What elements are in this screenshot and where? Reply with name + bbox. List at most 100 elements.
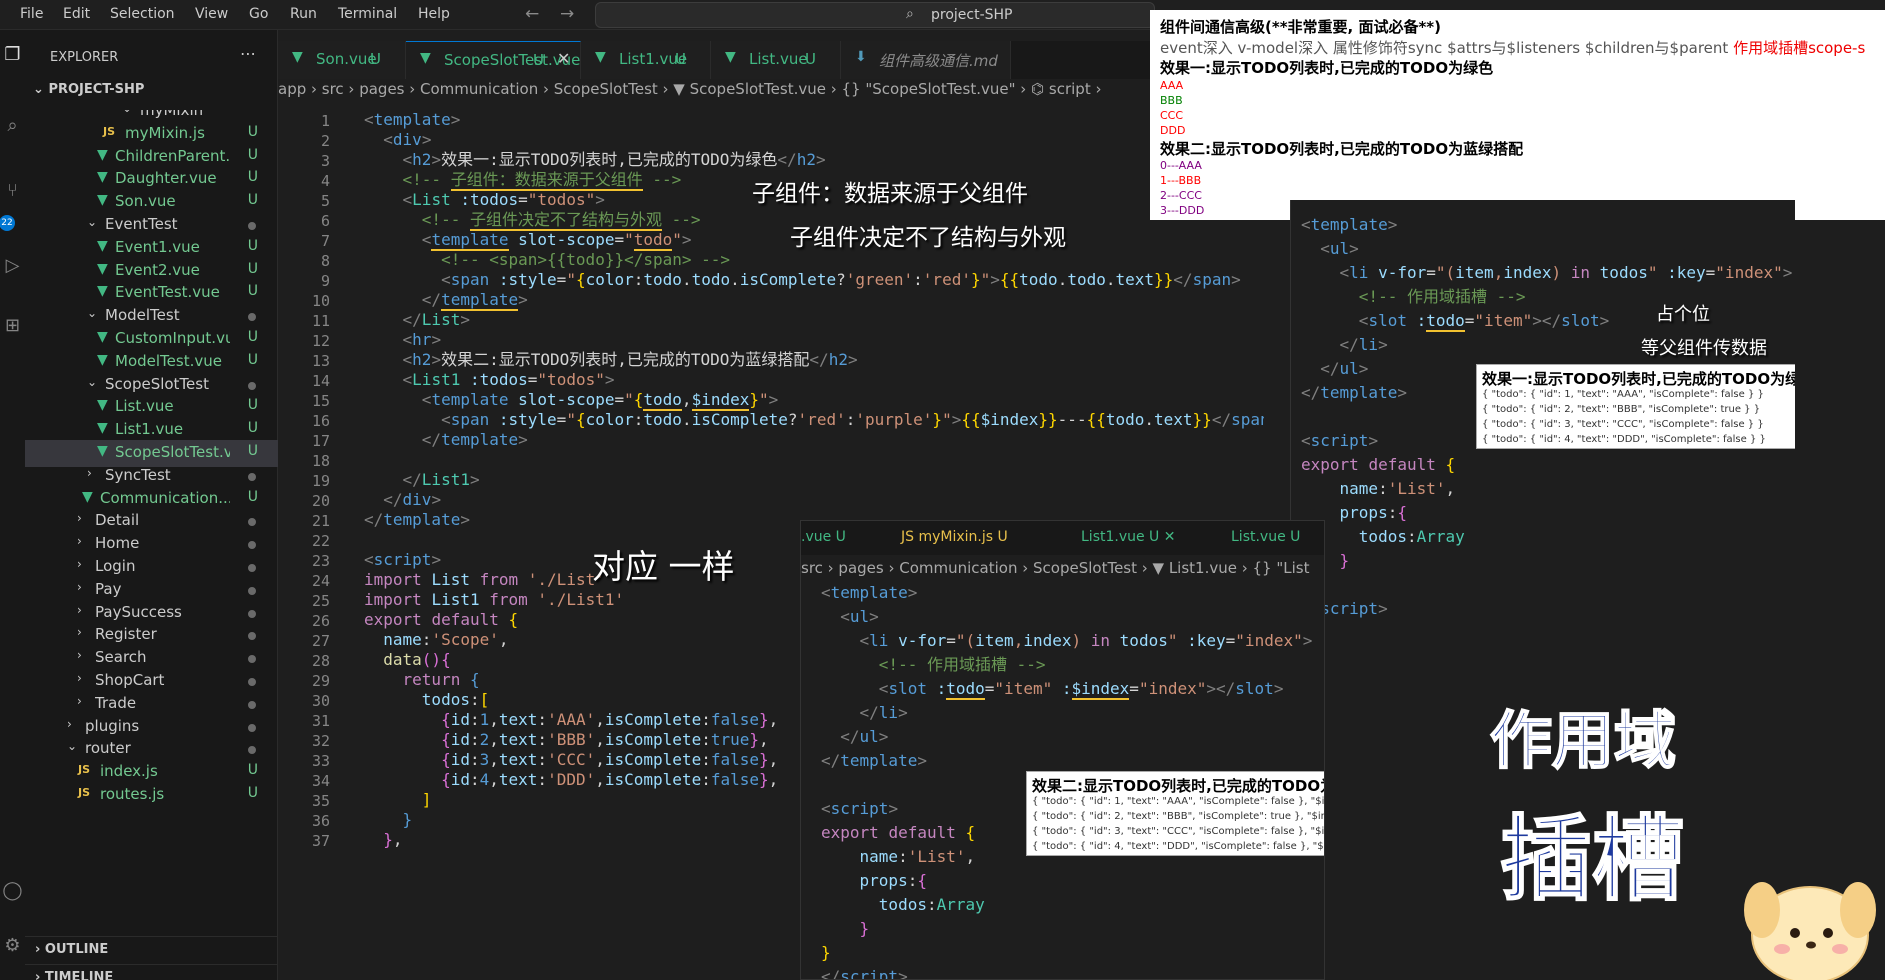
panel3-tab[interactable]: JS myMixin.js U bbox=[901, 529, 1008, 545]
chevron-right-icon[interactable]: › bbox=[67, 717, 72, 731]
chevron-right-icon[interactable]: › bbox=[77, 694, 82, 708]
line-number-gutter: 1 2 3 4 5 6 7 8 9 10 11 12 13 14 15 16 17 18 19 20 21 22 23 24 2… bbox=[278, 108, 348, 980]
todo-list-item: AAA bbox=[1160, 79, 1184, 92]
scope-data-line: { "todo": { "id": 3, "text": "CCC", "isC… bbox=[1032, 826, 1325, 837]
vue-file-icon: ▼ bbox=[82, 488, 93, 505]
panel3-tab[interactable]: .vue U bbox=[801, 529, 846, 545]
line-number: 24 bbox=[311, 572, 330, 590]
git-status-dot bbox=[248, 381, 256, 390]
code-line: </script> bbox=[821, 967, 908, 980]
preview-heading-1: 效果一:显示TODO列表时,已完成的TODO为绿色 bbox=[1160, 59, 1494, 77]
vue-file-icon: ▼ bbox=[97, 260, 108, 277]
menu-file[interactable]: File bbox=[20, 6, 43, 22]
scope-data-line: { "todo": { "id": 4, "text": "DDD", "isC… bbox=[1482, 434, 1766, 445]
git-status-badge: U bbox=[247, 283, 258, 300]
vue-file-icon: ▼ bbox=[97, 169, 108, 186]
chevron-right-icon[interactable]: › bbox=[77, 671, 82, 685]
panel3-tab-active[interactable]: List1.vue U ✕ bbox=[1081, 529, 1175, 545]
preview-todo-list-2: 0---AAA 1---BBB 2---CCC 3---DDD bbox=[1160, 158, 1204, 218]
source-control-badge: 22 bbox=[0, 215, 15, 231]
panel3-breadcrumb[interactable]: src › pages › Communication › ScopeSlotT… bbox=[801, 559, 1309, 577]
line-number: 13 bbox=[311, 352, 330, 370]
code-line: </li> bbox=[1339, 335, 1388, 354]
back-arrow-icon[interactable]: ← bbox=[525, 4, 539, 24]
chevron-down-icon[interactable]: ⌄ bbox=[87, 375, 97, 389]
chevron-right-icon[interactable]: › bbox=[77, 511, 82, 525]
search-icon[interactable]: ⌕ bbox=[0, 115, 25, 136]
chevron-right-icon[interactable]: › bbox=[77, 557, 82, 571]
line-number: 20 bbox=[311, 492, 330, 510]
tree-item[interactable]: JS routes.js U bbox=[25, 782, 278, 809]
tab-status: U bbox=[533, 51, 544, 69]
chevron-down-icon[interactable]: ⌄ bbox=[87, 306, 97, 320]
forward-arrow-icon[interactable]: → bbox=[560, 4, 574, 24]
close-tab-icon[interactable]: ✕ bbox=[557, 49, 570, 68]
command-center-label: project-SHP bbox=[931, 7, 1013, 23]
line-number: 2 bbox=[320, 132, 330, 150]
code-line: } bbox=[821, 943, 831, 962]
editor-tab[interactable]: ▼ Son.vue U bbox=[278, 41, 406, 79]
menu-run[interactable]: Run bbox=[290, 6, 317, 22]
panel3-tab[interactable]: List.vue U bbox=[1231, 529, 1300, 545]
timeline-section[interactable]: › TIMELINE bbox=[25, 964, 278, 980]
vue-file-icon: ▼ bbox=[420, 50, 431, 66]
menu-edit[interactable]: Edit bbox=[63, 6, 90, 22]
code-line: </li> bbox=[859, 703, 908, 722]
breadcrumb-path[interactable]: app › src › pages › Communication › Scop… bbox=[278, 80, 1101, 98]
menu-help[interactable]: Help bbox=[418, 6, 450, 22]
chevron-right-icon[interactable]: › bbox=[77, 625, 82, 639]
scope-data-line: { "todo": { "id": 1, "text": "AAA", "isC… bbox=[1482, 389, 1764, 400]
git-status-dot bbox=[248, 518, 256, 527]
editor-tab[interactable]: ▼ List1.vue U bbox=[581, 41, 711, 79]
chevron-down-icon[interactable]: ⌄ bbox=[122, 110, 132, 115]
vue-file-icon: ▼ bbox=[97, 397, 108, 414]
code-line: <li v-for="(item,index) in todos" :key="… bbox=[1339, 263, 1793, 282]
line-number: 26 bbox=[311, 612, 330, 630]
list1-vue-code-panel: .vue U JS myMixin.js U List1.vue U ✕ Lis… bbox=[800, 520, 1325, 980]
account-icon[interactable]: ◯ bbox=[0, 880, 25, 901]
search-icon: ⌕ bbox=[906, 6, 914, 22]
tree-item-label: ScopeSlotTest bbox=[105, 374, 209, 393]
line-number: 19 bbox=[311, 472, 330, 490]
chevron-down-icon[interactable]: ⌄ bbox=[67, 739, 77, 753]
editor-tab[interactable]: ⬇ 组件高级通信.md bbox=[841, 41, 1011, 79]
chevron-right-icon[interactable]: › bbox=[87, 466, 92, 480]
extensions-icon[interactable]: ⊞ bbox=[0, 315, 25, 336]
tree-item-label: myMixin.js bbox=[125, 123, 205, 142]
code-line: </ul> bbox=[840, 727, 889, 746]
project-root-folder[interactable]: ⌄ PROJECT-SHP bbox=[33, 82, 144, 97]
panel3-tabs: .vue U JS myMixin.js U List1.vue U ✕ Lis… bbox=[801, 521, 1324, 555]
scope-data-line: { "todo": { "id": 3, "text": "CCC", "isC… bbox=[1482, 419, 1764, 430]
git-status-dot bbox=[248, 541, 256, 550]
git-status-badge: U bbox=[247, 237, 258, 254]
chevron-right-icon[interactable]: › bbox=[77, 534, 82, 548]
editor-tab[interactable]: ▼ ScopeSlotTest.vue U ✕ bbox=[406, 41, 581, 79]
tree-item-label: myMixin bbox=[140, 110, 204, 119]
menu-go[interactable]: Go bbox=[249, 6, 268, 22]
chevron-down-icon[interactable]: ⌄ bbox=[87, 215, 97, 229]
menu-selection[interactable]: Selection bbox=[110, 6, 175, 22]
breadcrumb: app › src › pages › Communication › Scop… bbox=[278, 80, 1158, 110]
project-root-label: PROJECT-SHP bbox=[48, 82, 145, 97]
settings-gear-icon[interactable]: ⚙ bbox=[0, 935, 25, 956]
command-center-search[interactable]: ⌕ project-SHP bbox=[595, 2, 1155, 28]
chevron-right-icon[interactable]: › bbox=[77, 603, 82, 617]
js-file-icon: JS bbox=[103, 124, 116, 138]
more-actions-icon[interactable]: ⋯ bbox=[240, 44, 256, 63]
source-control-icon[interactable]: ⑂ bbox=[0, 180, 25, 201]
explorer-files-icon[interactable]: ❐ bbox=[0, 44, 25, 65]
chevron-right-icon[interactable]: › bbox=[77, 648, 82, 662]
menu-terminal[interactable]: Terminal bbox=[338, 6, 397, 22]
annotation-same-correspondence: 对应 一样 bbox=[592, 547, 735, 586]
outline-section[interactable]: › OUTLINE bbox=[25, 936, 278, 962]
tree-item-label: index.js bbox=[100, 762, 158, 781]
chevron-right-icon[interactable]: › bbox=[77, 580, 82, 594]
tab-status: U bbox=[805, 50, 816, 68]
menu-view[interactable]: View bbox=[195, 6, 228, 22]
editor-tab[interactable]: ▼ List.vue U bbox=[711, 41, 841, 79]
tree-item-label: EventTest.vue bbox=[115, 283, 220, 302]
js-file-icon: JS bbox=[78, 786, 91, 799]
tree-item-label: ShopCart bbox=[95, 671, 165, 689]
line-number: 33 bbox=[311, 752, 330, 770]
run-debug-icon[interactable]: ▷ bbox=[0, 255, 25, 276]
